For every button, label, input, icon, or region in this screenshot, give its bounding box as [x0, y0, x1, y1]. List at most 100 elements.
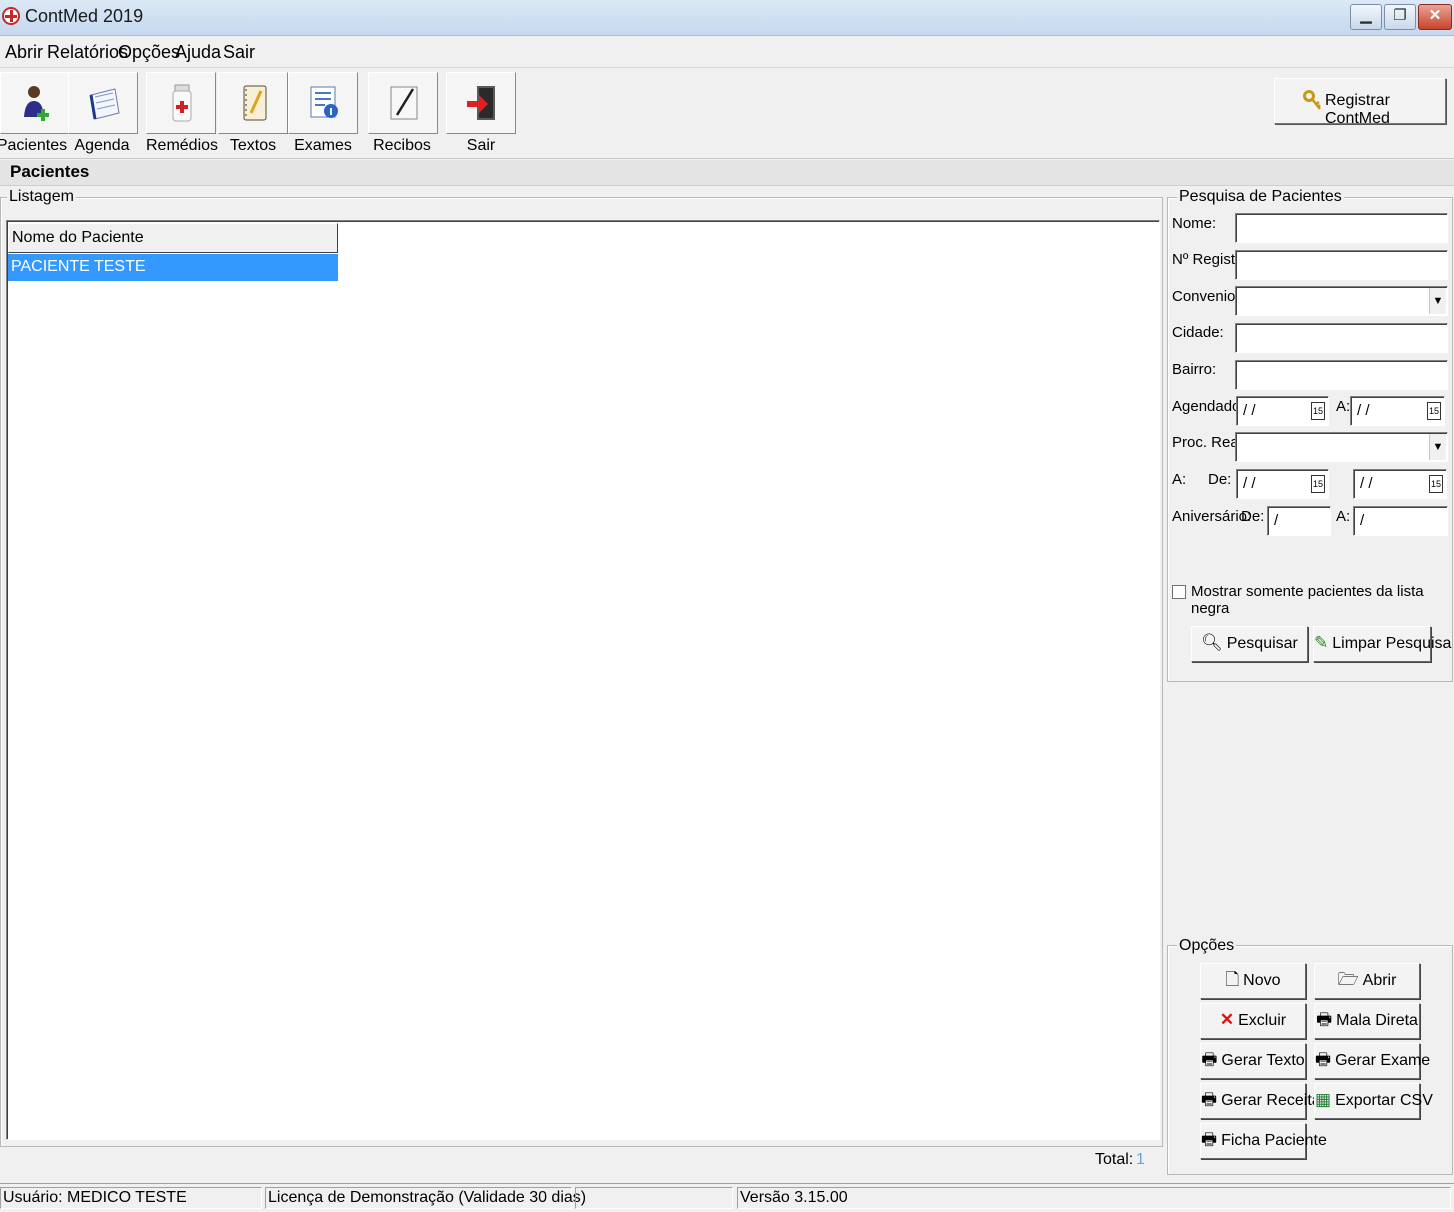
gerar-texto-label: Gerar Texto — [1221, 1052, 1305, 1069]
bairro-input[interactable] — [1235, 360, 1448, 390]
menu-sair[interactable]: Sair — [223, 42, 255, 63]
proc-select[interactable]: ▼ — [1235, 432, 1448, 462]
search-button-label: Pesquisar — [1226, 635, 1298, 652]
exit-door-icon — [467, 86, 495, 120]
aniversario-to-input[interactable]: / — [1353, 506, 1448, 536]
key-icon — [1303, 90, 1321, 110]
convenio-label: Convenio: — [1172, 288, 1240, 305]
calendar-icon[interactable]: 15 — [1429, 475, 1443, 493]
calendar-book-icon — [89, 88, 120, 120]
status-version: Versão 3.15.00 — [737, 1187, 1451, 1209]
listing-legend: Listagem — [7, 188, 76, 206]
calendar-icon[interactable]: 15 — [1311, 402, 1325, 420]
novo-button[interactable]: 🗋︎ Novo — [1200, 963, 1306, 999]
menu-opcoes[interactable]: Opções — [118, 42, 180, 63]
menu-abrir[interactable]: Abrir — [5, 42, 43, 63]
aniversario-from-input[interactable]: / — [1267, 506, 1331, 536]
proc-to-date[interactable]: / / 15 — [1353, 469, 1447, 499]
date-text: / / — [1360, 475, 1373, 492]
broom-icon: ✎ — [1314, 633, 1329, 652]
new-document-icon: 🗋︎ — [1225, 970, 1240, 989]
abrir-label: Abrir — [1362, 972, 1397, 989]
nome-label: Nome: — [1172, 215, 1217, 232]
toolbar-textos-button[interactable] — [218, 72, 288, 134]
menu-bar: Abrir Relatórios Opções Ajuda Sair — [0, 36, 1454, 68]
date-text: / — [1360, 512, 1365, 529]
medicine-bottle-icon — [172, 84, 192, 122]
printer-icon: 🖶︎ — [1316, 1010, 1333, 1029]
toolbar-label-remedios: Remédios — [145, 137, 219, 154]
gerar-exame-button[interactable]: 🖶︎ Gerar Exame — [1314, 1043, 1430, 1079]
delete-x-icon: ✕ — [1219, 1010, 1235, 1029]
cidade-input[interactable] — [1235, 323, 1448, 353]
toolbar-exames-button[interactable] — [288, 72, 358, 134]
minimize-button[interactable]: ▁ — [1350, 4, 1382, 30]
nome-input[interactable] — [1235, 213, 1448, 243]
excel-icon: ▦ — [1315, 1090, 1332, 1109]
toolbar-label-recibos: Recibos — [373, 137, 431, 154]
menu-ajuda[interactable]: Ajuda — [175, 42, 221, 63]
aniversario-de-label: De: — [1241, 508, 1265, 525]
toolbar-recibos-button[interactable] — [368, 72, 438, 134]
toolbar-label-exames: Exames — [294, 137, 352, 154]
date-text: / / — [1357, 402, 1370, 419]
printer-icon: 🖶︎ — [1315, 1050, 1332, 1069]
novo-label: Novo — [1243, 972, 1281, 989]
proc-a-label: A: — [1172, 471, 1187, 488]
printer-icon: 🖶︎ — [1201, 1130, 1218, 1149]
search-button[interactable]: 🔍︎ Pesquisar — [1191, 626, 1308, 662]
register-label: Registrar ContMed — [1325, 92, 1390, 127]
ficha-paciente-button[interactable]: 🖶︎ Ficha Paciente — [1200, 1123, 1327, 1159]
close-button[interactable]: ✕ — [1418, 4, 1452, 30]
gerar-receita-label: Gerar Receita — [1221, 1092, 1321, 1109]
app-logo-icon — [2, 7, 20, 25]
status-user: Usuário: MEDICO TESTE — [0, 1187, 262, 1209]
total-label: Total: — [1095, 1151, 1134, 1168]
agendado-from-date[interactable]: / / 15 — [1236, 396, 1329, 426]
toolbar-sair-button[interactable] — [446, 72, 516, 134]
menu-relatorios[interactable]: Relatórios — [47, 42, 128, 63]
gerar-receita-button[interactable]: 🖶︎ Gerar Receita — [1200, 1083, 1321, 1119]
gerar-texto-button[interactable]: 🖶︎ Gerar Texto — [1200, 1043, 1306, 1079]
calendar-icon[interactable]: 15 — [1311, 475, 1325, 493]
excluir-button[interactable]: ✕ Excluir — [1200, 1003, 1306, 1039]
calendar-icon[interactable]: 15 — [1427, 402, 1441, 420]
abrir-button[interactable]: 🗁︎ Abrir — [1314, 963, 1420, 999]
bairro-label: Bairro: — [1172, 361, 1217, 378]
section-title: Pacientes — [10, 162, 90, 181]
agendado-to-date[interactable]: / / 15 — [1350, 396, 1445, 426]
options-legend: Opções — [1177, 937, 1237, 955]
exportar-csv-label: Exportar CSV — [1335, 1092, 1433, 1109]
proc-from-date[interactable]: / / 15 — [1236, 469, 1329, 499]
aniversario-a-label: A: — [1336, 508, 1351, 525]
toolbar-remedios-button[interactable] — [146, 72, 216, 134]
printer-icon: 🖶︎ — [1201, 1090, 1218, 1109]
date-text: / / — [1243, 475, 1256, 492]
date-text: / — [1274, 512, 1279, 529]
mala-direta-button[interactable]: 🖶︎ Mala Direta — [1314, 1003, 1420, 1039]
patient-list[interactable]: Nome do Paciente PACIENTE TESTE — [6, 220, 1160, 1140]
agendado-a-label: A: — [1336, 398, 1351, 415]
toolbar-label-agenda: Agenda — [74, 137, 130, 154]
exportar-csv-button[interactable]: ▦ Exportar CSV — [1314, 1083, 1433, 1119]
register-button[interactable]: Registrar ContMed — [1274, 78, 1446, 127]
registro-input[interactable] — [1235, 250, 1448, 280]
chevron-down-icon[interactable]: ▼ — [1429, 288, 1446, 314]
clear-button-label: Limpar Pesquisa — [1332, 635, 1452, 652]
chevron-down-icon[interactable]: ▼ — [1429, 434, 1446, 460]
convenio-select[interactable]: ▼ — [1235, 286, 1448, 316]
restore-button[interactable]: ❐ — [1384, 4, 1416, 30]
toolbar-agenda-button[interactable] — [68, 72, 138, 134]
title-bar: ContMed 2019 ▁ ❐ ✕ — [0, 0, 1454, 36]
aniversario-label: Aniversário: — [1172, 508, 1252, 525]
lista-negra-checkbox[interactable] — [1172, 585, 1186, 599]
printer-icon: 🖶︎ — [1201, 1050, 1218, 1069]
ficha-paciente-label: Ficha Paciente — [1221, 1132, 1327, 1149]
column-header-patient-name[interactable]: Nome do Paciente — [8, 223, 338, 253]
exam-report-icon — [310, 86, 338, 118]
clear-search-button[interactable]: ✎ Limpar Pesquisa — [1313, 626, 1451, 662]
search-legend: Pesquisa de Pacientes — [1177, 188, 1344, 206]
toolbar-pacientes-button[interactable] — [0, 72, 70, 134]
table-row[interactable]: PACIENTE TESTE — [8, 254, 338, 281]
excluir-label: Excluir — [1238, 1012, 1287, 1029]
